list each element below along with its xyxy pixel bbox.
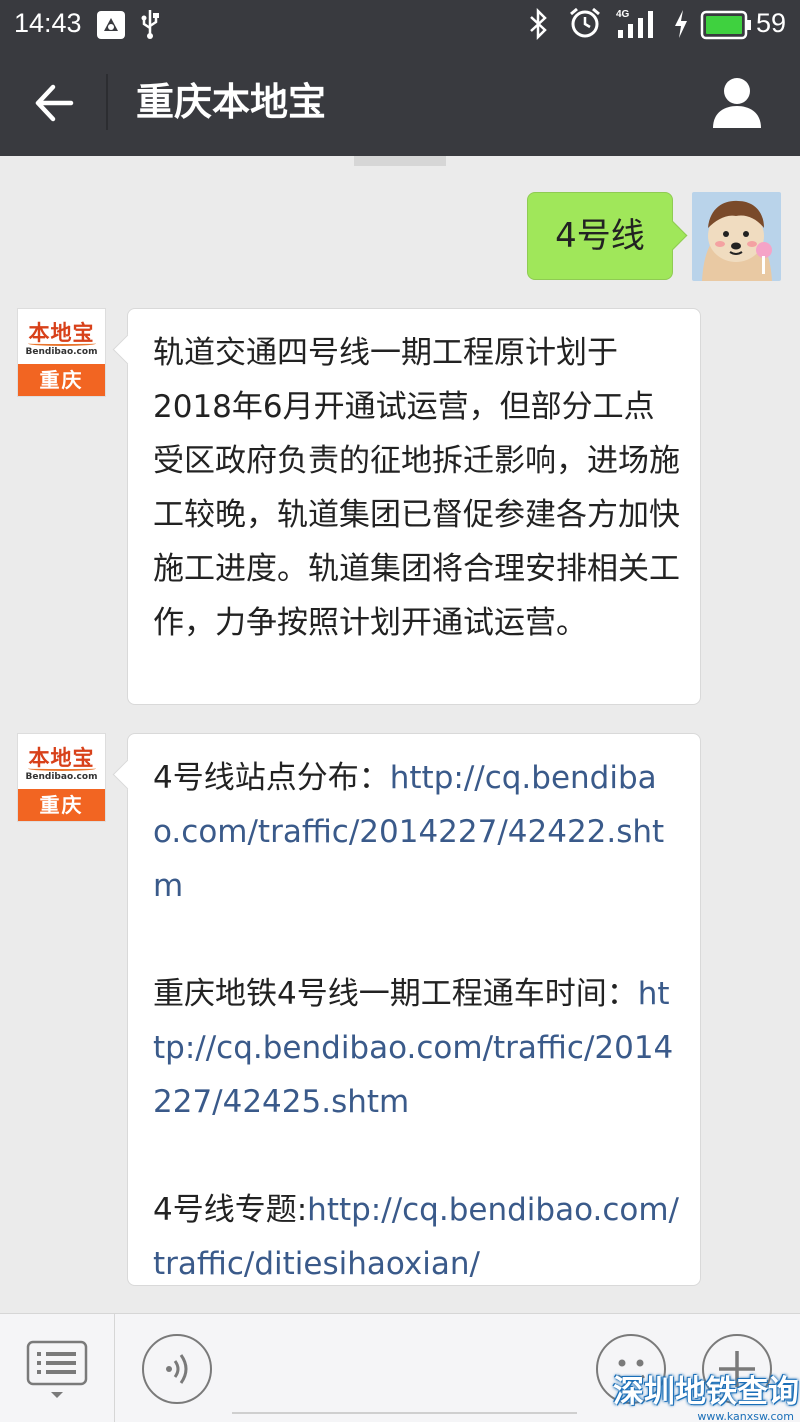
network-label: 4G bbox=[616, 9, 630, 20]
watermark-text: 深圳地铁查询 bbox=[613, 1374, 799, 1410]
watermark-url: www.kanxsw.com bbox=[697, 1410, 794, 1422]
bluetooth-icon bbox=[526, 7, 550, 44]
back-button[interactable] bbox=[24, 78, 84, 128]
battery-percent: 59 bbox=[756, 8, 787, 38]
menu-list-icon bbox=[26, 1340, 88, 1398]
message-text: 轨道交通四号线一期工程原计划于2018年6月开通试运营，但部分工点受区政府负责的… bbox=[153, 335, 680, 641]
link-paragraph: 4号线站点分布：http://cq.bendibao.com/traffic/2… bbox=[153, 751, 680, 913]
message-bubble-sent[interactable]: 4号线 bbox=[527, 192, 673, 280]
person-icon bbox=[713, 78, 761, 128]
link-label: 4号线专题: bbox=[153, 1192, 308, 1228]
brand-city: 重庆 bbox=[18, 789, 105, 821]
usb-icon bbox=[138, 8, 162, 44]
brand-url: Bendibao.com bbox=[25, 772, 98, 782]
status-bar: 14:43 4G 59 bbox=[0, 0, 800, 50]
watermark: 深圳地铁查询 www.kanxsw.com bbox=[612, 1372, 800, 1422]
alarm-icon bbox=[568, 6, 602, 44]
page-title: 重庆本地宝 bbox=[136, 80, 327, 124]
brand-avatar[interactable]: 本地宝 Bendibao.com 重庆 bbox=[17, 733, 106, 822]
voice-icon bbox=[166, 1354, 188, 1384]
message-bubble-received[interactable]: 轨道交通四号线一期工程原计划于2018年6月开通试运营，但部分工点受区政府负责的… bbox=[127, 308, 701, 705]
brand-city: 重庆 bbox=[18, 364, 105, 396]
link-label: 4号线站点分布： bbox=[153, 760, 390, 796]
link-paragraph: 4号线专题:http://cq.bendibao.com/traffic/dit… bbox=[153, 1183, 680, 1291]
menu-toggle-button[interactable] bbox=[26, 1340, 88, 1398]
title-bar: 重庆本地宝 bbox=[0, 50, 800, 156]
voice-button[interactable] bbox=[142, 1334, 212, 1404]
charging-icon bbox=[672, 8, 690, 44]
link-paragraph: 重庆地铁4号线一期工程通车时间：http://cq.bendibao.com/t… bbox=[153, 967, 680, 1129]
brand-avatar[interactable]: 本地宝 Bendibao.com 重庆 bbox=[17, 308, 106, 397]
message-bubble-received[interactable]: 4号线站点分布：http://cq.bendibao.com/traffic/2… bbox=[127, 733, 701, 1286]
pull-handle bbox=[354, 156, 446, 166]
status-time: 14:43 bbox=[14, 8, 82, 38]
app-notification-icon bbox=[96, 10, 126, 44]
profile-button[interactable] bbox=[704, 72, 770, 134]
user-avatar[interactable] bbox=[692, 192, 781, 281]
signal-icon: 4G bbox=[614, 6, 662, 44]
title-divider bbox=[106, 74, 108, 130]
battery-icon bbox=[700, 10, 752, 44]
message-input[interactable] bbox=[232, 1412, 577, 1414]
link-label: 重庆地铁4号线一期工程通车时间： bbox=[153, 976, 638, 1012]
brand-url: Bendibao.com bbox=[25, 347, 98, 357]
back-arrow-icon bbox=[35, 84, 74, 122]
